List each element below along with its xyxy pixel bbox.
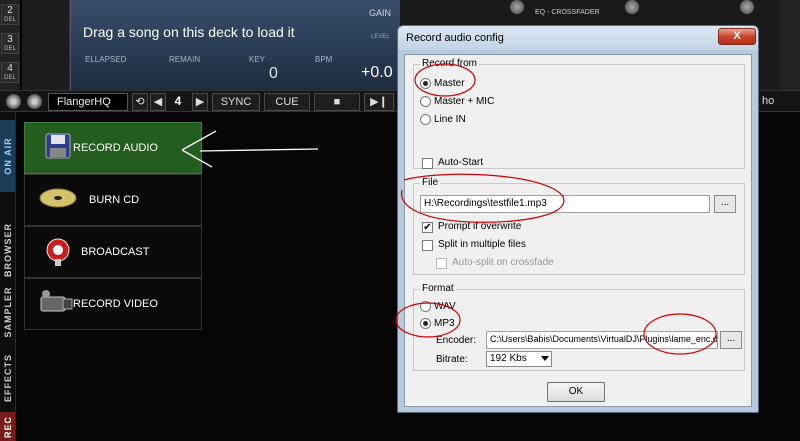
deck-info-panel[interactable]: Drag a song on this deck to load it GAIN… <box>70 0 400 90</box>
auto-start-label: Auto-Start <box>438 157 484 168</box>
ok-button[interactable]: OK <box>547 382 605 402</box>
gain-label: GAIN <box>369 8 392 18</box>
prompt-overwrite-checkbox[interactable]: ✔ <box>422 222 433 233</box>
file-group: File H:\Recordings\testfile1.mp3 ... ✔ P… <box>413 177 745 275</box>
hotcue-strip: 2 DEL 3 DEL 4 DEL <box>0 0 20 90</box>
play-pause-button[interactable]: ▶❙ <box>364 93 394 111</box>
tab-effects[interactable]: EFFECTS <box>0 350 15 406</box>
radio-master-mic[interactable] <box>420 96 431 107</box>
floppy-disk-icon <box>45 133 71 159</box>
format-title: Format <box>420 283 456 294</box>
key-value: 0 <box>269 65 278 82</box>
record-audio-config-dialog: Record audio config X Record from Master… <box>397 25 759 413</box>
auto-start-checkbox[interactable] <box>422 158 433 169</box>
radio-mp3[interactable] <box>420 318 431 329</box>
split-files-checkbox[interactable] <box>422 240 433 251</box>
prompt-overwrite-label: Prompt if overwrite <box>438 221 522 232</box>
loop-icon[interactable]: ⟲ <box>132 93 148 111</box>
radio-wav-label: WAV <box>434 301 456 312</box>
chevron-down-icon <box>541 356 549 361</box>
deck-vu-area <box>22 0 70 90</box>
record-video-label: RECORD VIDEO <box>73 298 158 310</box>
encoder-browse-button[interactable]: ... <box>720 331 742 349</box>
side-tabs: ON AIR BROWSER SAMPLER EFFECTS REC <box>0 112 16 441</box>
record-video-item[interactable]: RECORD VIDEO <box>24 278 202 330</box>
tab-browser[interactable]: BROWSER <box>0 222 15 278</box>
auto-split-label: Auto-split on crossfade <box>452 257 554 268</box>
radio-master[interactable] <box>420 78 431 89</box>
dialog-body: Record from Master Master + MIC Line IN … <box>404 54 752 407</box>
sync-button[interactable]: SYNC <box>212 93 260 111</box>
hotcue-delete-label: DEL <box>4 46 16 52</box>
hotcue-delete-label: DEL <box>4 75 16 81</box>
cue-button[interactable]: CUE <box>264 93 310 111</box>
tab-sampler[interactable]: SAMPLER <box>0 284 15 340</box>
record-audio-label: RECORD AUDIO <box>73 142 158 154</box>
eq-crossfader-label: EQ - CROSSFADER <box>535 9 600 16</box>
record-from-group: Record from Master Master + MIC Line IN … <box>413 58 745 169</box>
virtualdj-window: 2 DEL 3 DEL 4 DEL Drag a song on this de… <box>0 0 800 441</box>
radio-mp3-label: MP3 <box>434 318 455 329</box>
tab-rec[interactable]: REC <box>0 412 15 441</box>
remain-label: REMAIN <box>169 55 201 64</box>
deck-empty-message: Drag a song on this deck to load it <box>83 24 295 40</box>
dialog-titlebar[interactable]: Record audio config X <box>398 26 758 50</box>
effect-knob[interactable] <box>27 94 42 109</box>
level-label: LEVEL <box>371 34 390 40</box>
file-path-input[interactable]: H:\Recordings\testfile1.mp3 <box>420 195 710 213</box>
right-hotcue-strip <box>780 0 800 90</box>
encoder-label: Encoder: <box>436 335 477 346</box>
hotcue-2-button[interactable]: 2 DEL <box>1 4 19 25</box>
cd-icon <box>39 188 77 208</box>
eq-knob[interactable] <box>510 0 524 14</box>
pitch-value: +0.0 <box>361 64 393 81</box>
format-group: Format WAV MP3 Encoder: C:\Users\Babis\D… <box>413 283 745 371</box>
close-button[interactable]: X <box>718 28 756 45</box>
broadcast-item[interactable]: BROADCAST <box>24 226 202 278</box>
bitrate-value: 192 Kbs <box>490 353 527 364</box>
bitrate-select[interactable]: 192 Kbs <box>486 351 552 367</box>
hotcue-4-button[interactable]: 4 DEL <box>1 62 19 83</box>
auto-split-checkbox[interactable] <box>436 258 447 269</box>
video-camera-icon <box>40 290 73 312</box>
file-title: File <box>420 177 441 188</box>
radio-wav[interactable] <box>420 301 431 312</box>
beat-increase-button[interactable]: ▶ <box>192 93 208 111</box>
effect-knob[interactable] <box>6 94 21 109</box>
stop-button[interactable]: ■ <box>314 93 360 111</box>
encoder-path-input[interactable]: C:\Users\Babis\Documents\VirtualDJ\Plugi… <box>486 331 718 349</box>
key-label: KEY <box>249 55 266 64</box>
bpm-label: BPM <box>315 55 333 64</box>
radio-master-label: Master <box>434 78 465 89</box>
hotcue-delete-label: DEL <box>4 17 16 23</box>
eq-knob[interactable] <box>740 0 754 14</box>
broadcast-icon <box>46 238 70 266</box>
radio-line-in[interactable] <box>420 114 431 125</box>
eq-knob[interactable] <box>625 0 639 14</box>
beat-count: 4 <box>174 94 182 108</box>
beat-decrease-button[interactable]: ◀ <box>150 93 166 111</box>
dialog-title: Record audio config <box>406 32 504 44</box>
elapsed-label: ELLAPSED <box>85 55 127 64</box>
record-from-title: Record from <box>420 58 480 69</box>
split-files-label: Split in multiple files <box>438 239 526 250</box>
tab-on-air[interactable]: ON AIR <box>0 120 15 192</box>
radio-master-mic-label: Master + MIC <box>434 96 495 107</box>
bitrate-label: Bitrate: <box>436 354 468 365</box>
file-browse-button[interactable]: ... <box>714 195 736 213</box>
broadcast-label: BROADCAST <box>81 246 150 258</box>
annotation-arrow <box>181 130 319 168</box>
hotcue-3-button[interactable]: 3 DEL <box>1 33 19 54</box>
effect-selector[interactable]: FlangerHQ <box>48 93 128 111</box>
burn-cd-item[interactable]: BURN CD <box>24 174 202 226</box>
radio-line-in-label: Line IN <box>434 114 466 125</box>
burn-cd-label: BURN CD <box>89 194 140 206</box>
right-deck-label: ho <box>762 95 775 107</box>
